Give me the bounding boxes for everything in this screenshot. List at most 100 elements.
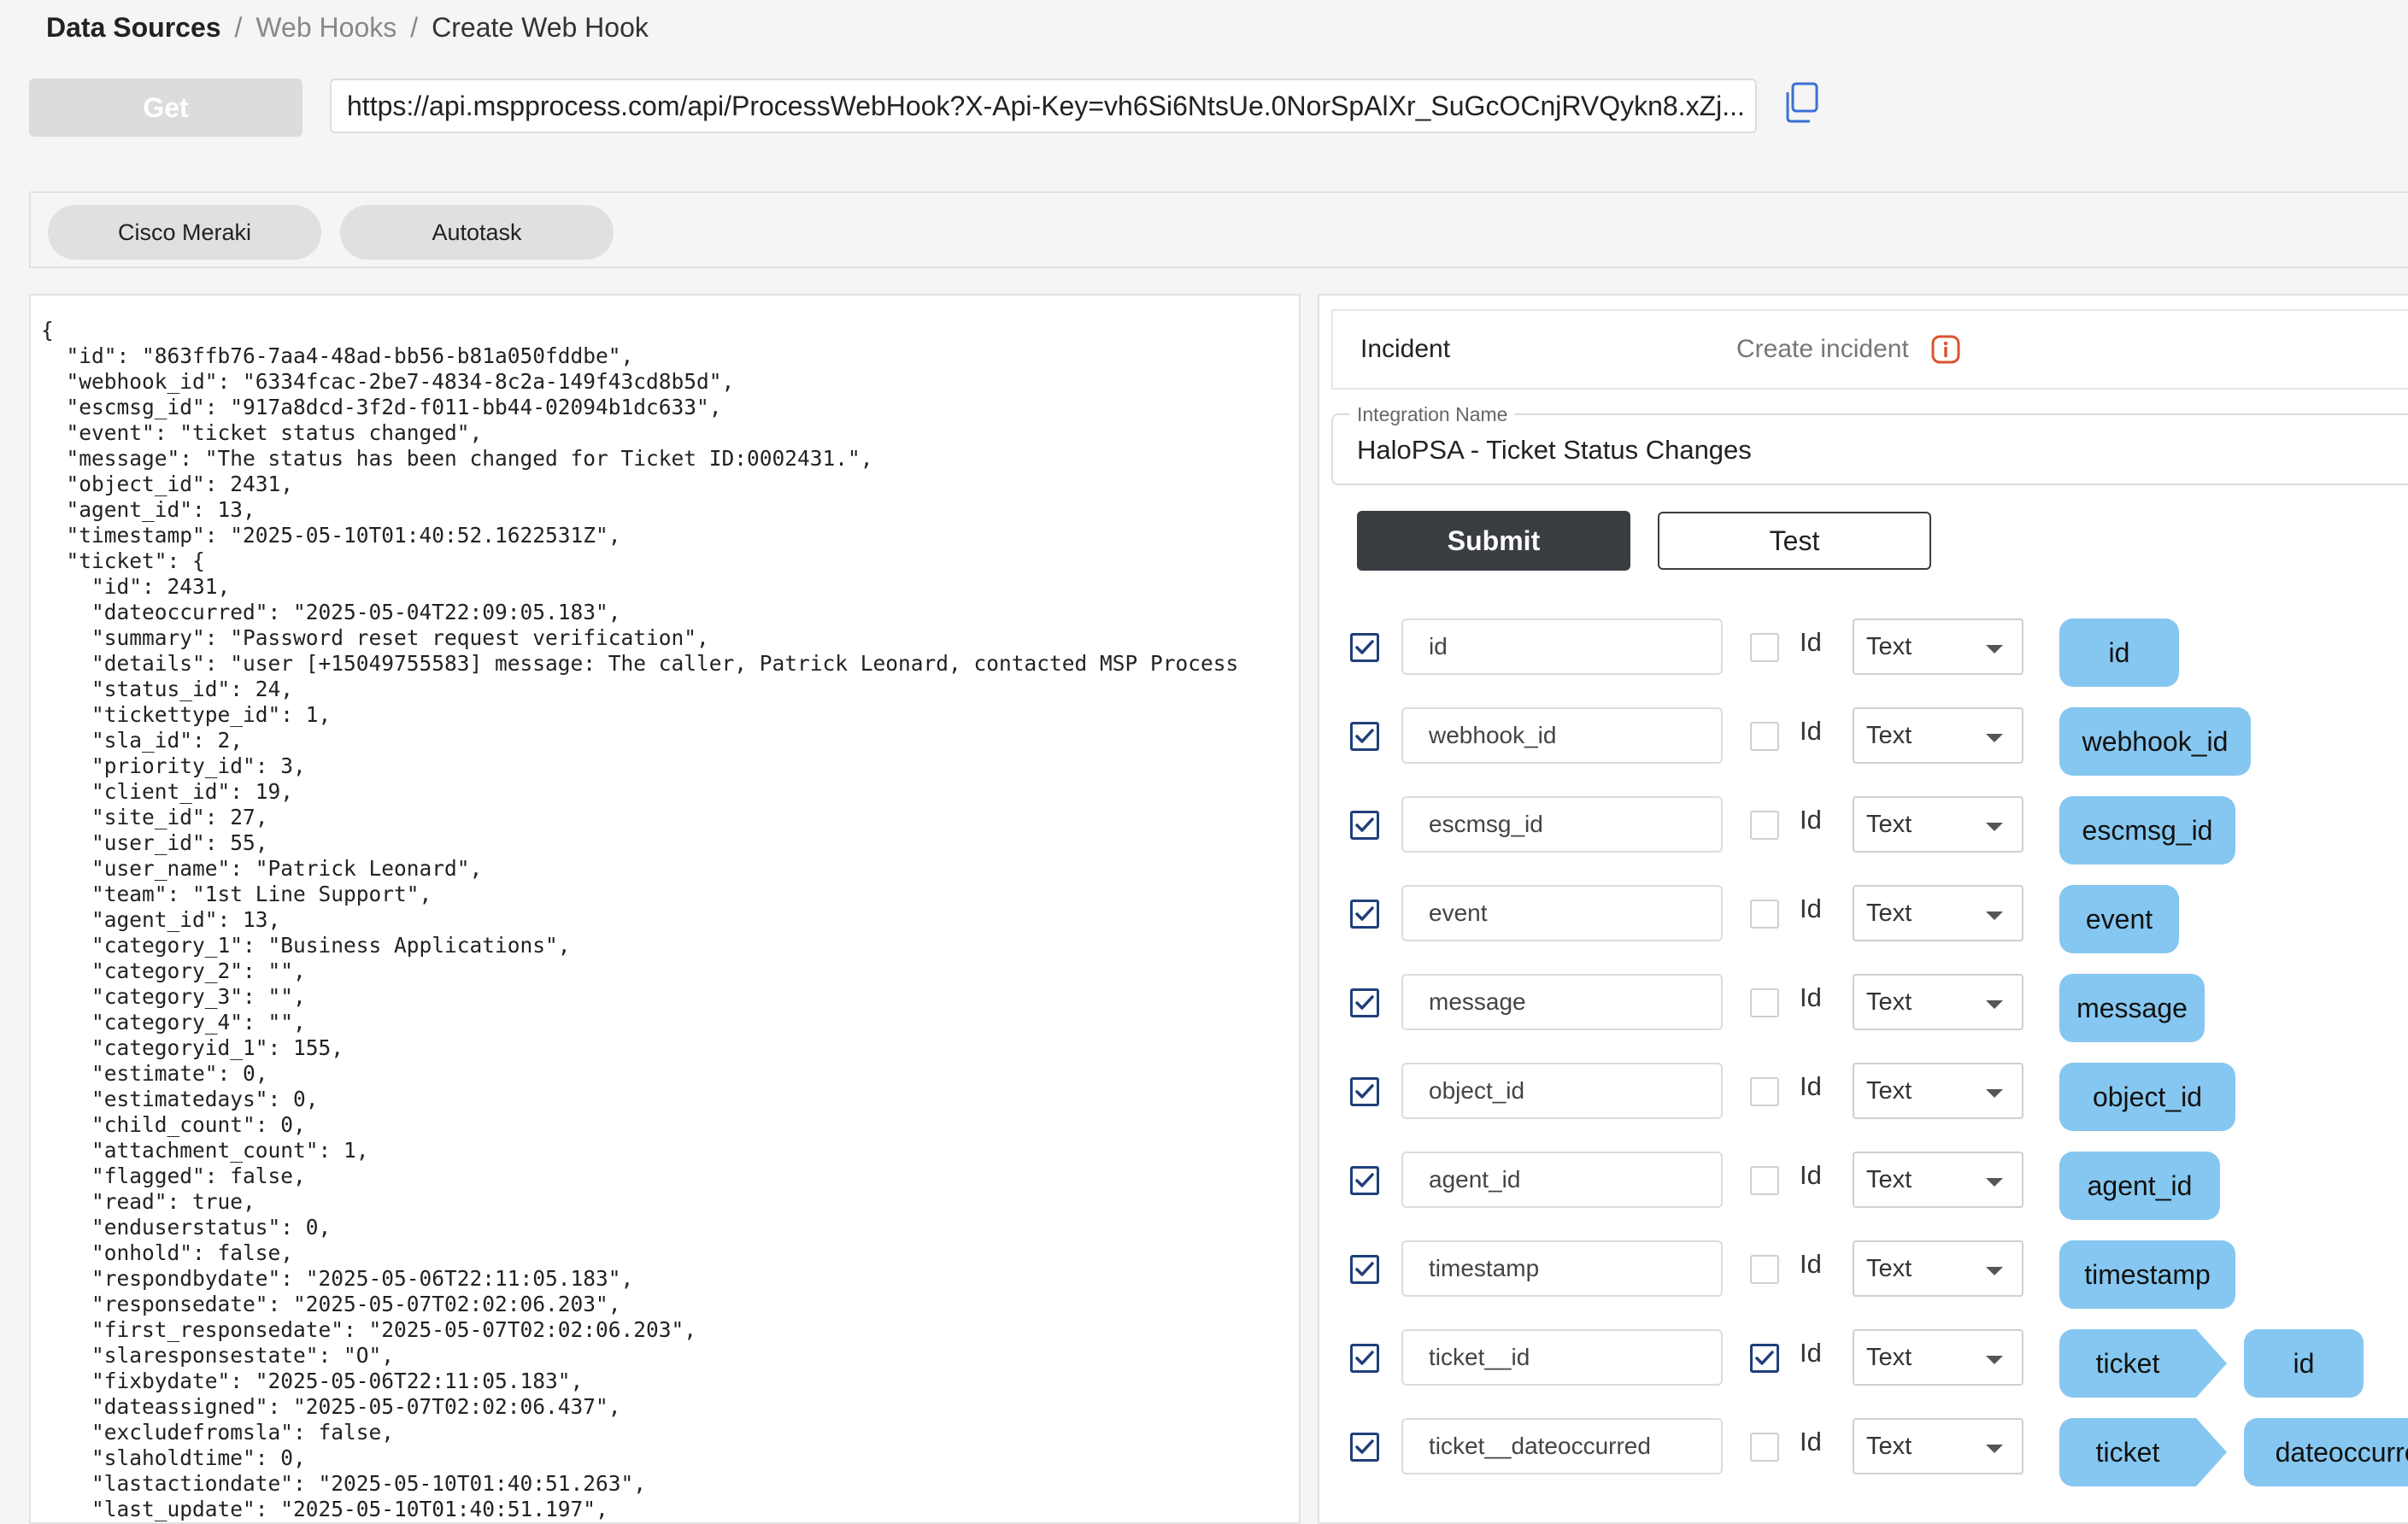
info-icon[interactable]	[1931, 335, 1960, 364]
breadcrumb-separator: /	[234, 11, 243, 43]
path-segment-chip: id	[2244, 1329, 2364, 1398]
incident-label: Incident	[1360, 335, 1451, 363]
field-name-input[interactable]: object_id	[1401, 1063, 1723, 1119]
integration-name-value[interactable]: HaloPSA - Ticket Status Changes	[1357, 415, 1752, 485]
path-segment-chip: id	[2059, 618, 2179, 687]
chevron-down-icon	[1986, 645, 2003, 654]
field-row: timestamp Id Text timestamp	[1319, 1234, 2408, 1309]
field-type-select[interactable]: Text	[1853, 1240, 2023, 1297]
id-label: Id	[1800, 894, 1822, 923]
copy-icon[interactable]	[1783, 82, 1820, 123]
field-name-input[interactable]: ticket__id	[1401, 1329, 1723, 1386]
field-name-input[interactable]: message	[1401, 974, 1723, 1030]
field-type-value: Text	[1866, 721, 1912, 749]
id-checkbox[interactable]	[1750, 1344, 1779, 1373]
field-type-value: Text	[1866, 810, 1912, 838]
breadcrumb-data-sources[interactable]: Data Sources	[46, 12, 221, 44]
field-type-select[interactable]: Text	[1853, 1329, 2023, 1386]
source-button-cisco-meraki[interactable]: Cisco Meraki	[48, 205, 321, 260]
path-segment-chip: object_id	[2059, 1063, 2235, 1131]
webhook-url-field[interactable]: https://api.mspprocess.com/api/ProcessWe…	[330, 79, 1757, 133]
id-checkbox[interactable]	[1750, 988, 1779, 1017]
source-selector-panel: Cisco Meraki Autotask	[29, 191, 2408, 268]
include-field-checkbox[interactable]	[1350, 1344, 1379, 1373]
field-name-input[interactable]: timestamp	[1401, 1240, 1723, 1297]
field-row: message Id Text message	[1319, 967, 2408, 1042]
get-button[interactable]: Get	[29, 79, 302, 137]
field-row: id Id Text id	[1319, 612, 2408, 687]
field-name-input[interactable]: id	[1401, 618, 1723, 675]
json-payload-panel[interactable]: { "id": "863ffb76-7aa4-48ad-bb56-b81a050…	[29, 294, 1301, 1524]
field-type-select[interactable]: Text	[1853, 885, 2023, 941]
json-payload-text[interactable]: { "id": "863ffb76-7aa4-48ad-bb56-b81a050…	[31, 296, 1299, 1522]
path-segment-chip: message	[2059, 974, 2205, 1042]
create-incident-label[interactable]: Create incident	[1736, 311, 1909, 388]
field-type-select[interactable]: Text	[1853, 1418, 2023, 1474]
field-type-select[interactable]: Text	[1853, 1152, 2023, 1208]
field-name-input[interactable]: event	[1401, 885, 1723, 941]
field-row: escmsg_id Id Text escmsg_id	[1319, 789, 2408, 865]
field-name-input[interactable]: escmsg_id	[1401, 796, 1723, 853]
id-label: Id	[1800, 1071, 1822, 1101]
id-label: Id	[1800, 805, 1822, 835]
breadcrumb-web-hooks[interactable]: Web Hooks	[255, 12, 396, 44]
include-field-checkbox[interactable]	[1350, 988, 1379, 1017]
path-segment-chip: timestamp	[2059, 1240, 2235, 1309]
include-field-checkbox[interactable]	[1350, 722, 1379, 751]
id-checkbox[interactable]	[1750, 1433, 1779, 1462]
field-name-input[interactable]: webhook_id	[1401, 707, 1723, 764]
field-type-value: Text	[1866, 988, 1912, 1016]
chevron-down-icon	[1986, 1445, 2003, 1453]
test-button[interactable]: Test	[1658, 512, 1931, 570]
field-row: ticket__id Id Text ticket id	[1319, 1322, 2408, 1398]
submit-button[interactable]: Submit	[1357, 511, 1630, 571]
path-segment-chip: webhook_id	[2059, 707, 2251, 776]
mapping-panel: Incident Create incident Integration Nam…	[1318, 294, 2408, 1524]
field-type-select[interactable]: Text	[1853, 974, 2023, 1030]
id-checkbox[interactable]	[1750, 1255, 1779, 1284]
field-name-input[interactable]: ticket__dateoccurred	[1401, 1418, 1723, 1474]
field-type-value: Text	[1866, 1076, 1912, 1105]
field-type-value: Text	[1866, 899, 1912, 927]
id-checkbox[interactable]	[1750, 900, 1779, 929]
id-checkbox[interactable]	[1750, 722, 1779, 751]
field-type-value: Text	[1866, 1343, 1912, 1371]
chevron-down-icon	[1986, 1356, 2003, 1364]
id-checkbox[interactable]	[1750, 1166, 1779, 1195]
include-field-checkbox[interactable]	[1350, 900, 1379, 929]
path-segment-chip: dateoccurred	[2244, 1418, 2408, 1486]
field-type-value: Text	[1866, 1254, 1912, 1282]
include-field-checkbox[interactable]	[1350, 811, 1379, 840]
field-name-input[interactable]: agent_id	[1401, 1152, 1723, 1208]
field-type-select[interactable]: Text	[1853, 618, 2023, 675]
path-segment-chip: event	[2059, 885, 2179, 953]
incident-row: Incident Create incident	[1331, 309, 2408, 390]
id-checkbox[interactable]	[1750, 1077, 1779, 1106]
include-field-checkbox[interactable]	[1350, 1166, 1379, 1195]
include-field-checkbox[interactable]	[1350, 1433, 1379, 1462]
id-label: Id	[1800, 627, 1822, 657]
id-checkbox[interactable]	[1750, 811, 1779, 840]
id-checkbox[interactable]	[1750, 633, 1779, 662]
id-label: Id	[1800, 1427, 1822, 1457]
chevron-down-icon	[1986, 823, 2003, 831]
chevron-down-icon	[1986, 1178, 2003, 1187]
id-label: Id	[1800, 1338, 1822, 1368]
source-button-autotask[interactable]: Autotask	[340, 205, 614, 260]
chevron-down-icon	[1986, 1267, 2003, 1275]
field-type-select[interactable]: Text	[1853, 1063, 2023, 1119]
include-field-checkbox[interactable]	[1350, 633, 1379, 662]
path-segment-chip: ticket	[2059, 1329, 2227, 1398]
breadcrumb: Data Sources / Web Hooks / Create Web Ho…	[46, 9, 649, 46]
field-type-select[interactable]: Text	[1853, 707, 2023, 764]
path-segment-chip: ticket	[2059, 1418, 2227, 1486]
include-field-checkbox[interactable]	[1350, 1077, 1379, 1106]
include-field-checkbox[interactable]	[1350, 1255, 1379, 1284]
field-type-select[interactable]: Text	[1853, 796, 2023, 853]
field-row: event Id Text event	[1319, 878, 2408, 953]
path-segment-chip: agent_id	[2059, 1152, 2220, 1220]
chevron-down-icon	[1986, 1000, 2003, 1009]
integration-name-field[interactable]: Integration Name HaloPSA - Ticket Status…	[1331, 403, 2408, 485]
id-label: Id	[1800, 716, 1822, 746]
field-type-value: Text	[1866, 1432, 1912, 1460]
